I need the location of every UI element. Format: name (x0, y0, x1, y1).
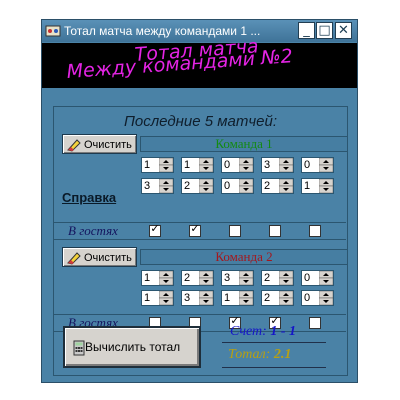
spinner-arrows-icon[interactable] (199, 291, 213, 305)
close-icon: ✕ (338, 23, 349, 38)
calculator-icon (73, 340, 85, 356)
team2-name: Команда 2 (140, 249, 348, 265)
team2-score-spinner[interactable]: 2 (261, 290, 294, 306)
team1-score-spinner[interactable]: 0 (301, 157, 334, 173)
spinner-value: 2 (184, 272, 191, 284)
team1-score-spinner[interactable]: 1 (141, 157, 174, 173)
spinner-value: 0 (304, 159, 311, 171)
team2-score-spinner[interactable]: 2 (261, 270, 294, 286)
spinner-arrows-icon[interactable] (279, 179, 293, 193)
spinner-value: 1 (144, 272, 151, 284)
spinner-value: 0 (304, 292, 311, 304)
spinner-arrows-icon[interactable] (239, 291, 253, 305)
score-readout: Счет: 1 - 1 (230, 323, 328, 341)
checkmark-icon: ✓ (190, 222, 200, 235)
team1-score-spinner[interactable]: 3 (261, 157, 294, 173)
score-label: Счет: (230, 324, 267, 339)
team2-score-spinner[interactable]: 1 (141, 290, 174, 306)
maximize-icon: □ (318, 23, 331, 38)
calculate-total-button[interactable]: Вычислить тотал (63, 326, 201, 368)
team1-score-spinner[interactable]: 2 (181, 178, 214, 194)
spinner-arrows-icon[interactable] (319, 179, 333, 193)
score-value: 1 - 1 (270, 324, 296, 339)
team1-score-spinner[interactable]: 1 (301, 178, 334, 194)
team2-score-spinner[interactable]: 2 (181, 270, 214, 286)
app-icon (45, 25, 61, 37)
spinner-arrows-icon[interactable] (279, 271, 293, 285)
team1-score-spinner[interactable]: 1 (181, 157, 214, 173)
team1-away-checkbox[interactable] (309, 225, 321, 237)
total-readout: Тотал: 2.1 (228, 346, 326, 364)
spinner-arrows-icon[interactable] (319, 271, 333, 285)
score-underline (222, 342, 326, 343)
spinner-arrows-icon[interactable] (279, 158, 293, 172)
panel-subtitle: Последние 5 матчей: (124, 113, 277, 130)
spinner-arrows-icon[interactable] (199, 158, 213, 172)
spinner-arrows-icon[interactable] (239, 158, 253, 172)
team1-away-checkbox[interactable]: ✓ (149, 222, 161, 237)
spinner-arrows-icon[interactable] (159, 179, 173, 193)
spinner-value: 0 (224, 159, 231, 171)
spinner-value: 1 (144, 159, 151, 171)
spinner-arrows-icon[interactable] (279, 291, 293, 305)
spinner-arrows-icon[interactable] (159, 158, 173, 172)
eraser-icon (67, 139, 81, 152)
team1-score-spinner[interactable]: 0 (221, 157, 254, 173)
spinner-value: 2 (264, 272, 271, 284)
total-underline (222, 367, 326, 368)
minimize-button[interactable]: _ (298, 22, 315, 39)
team1-away-checkbox[interactable] (229, 225, 241, 237)
spinner-value: 3 (184, 292, 191, 304)
team2-clear-button[interactable]: Очистить (62, 247, 137, 267)
team1-score-spinner[interactable]: 0 (221, 178, 254, 194)
spinner-value: 1 (304, 180, 311, 192)
close-button[interactable]: ✕ (335, 22, 352, 39)
spinner-arrows-icon[interactable] (319, 158, 333, 172)
spinner-arrows-icon[interactable] (159, 271, 173, 285)
team2-score-spinner[interactable]: 0 (301, 270, 334, 286)
team1-away-checkbox[interactable] (269, 225, 281, 237)
checkmark-icon: ✓ (150, 222, 160, 235)
main-window: Тотал матча между командами 1 ... _ □ ✕ … (41, 19, 358, 383)
spinner-value: 1 (144, 292, 151, 304)
spinner-value: 2 (184, 180, 191, 192)
team2-score-spinner[interactable]: 1 (141, 270, 174, 286)
team1-clear-label: Очистить (84, 139, 132, 151)
minimize-icon: _ (303, 23, 310, 38)
spinner-arrows-icon[interactable] (239, 271, 253, 285)
team2-score-spinner[interactable]: 3 (181, 290, 214, 306)
spinner-value: 2 (264, 292, 271, 304)
total-value: 2.1 (273, 347, 292, 362)
spinner-value: 0 (224, 180, 231, 192)
spinner-value: 2 (264, 180, 271, 192)
spinner-value: 3 (144, 180, 151, 192)
spinner-value: 1 (184, 159, 191, 171)
team2-clear-label: Очистить (84, 252, 132, 264)
team2-score-spinner[interactable]: 0 (301, 290, 334, 306)
calculate-total-label: Вычислить тотал (85, 340, 181, 354)
spinner-arrows-icon[interactable] (199, 179, 213, 193)
eraser-icon (67, 252, 81, 265)
spinner-value: 3 (264, 159, 271, 171)
team1-name: Команда 1 (140, 136, 348, 152)
team2-score-spinner[interactable]: 3 (221, 270, 254, 286)
spinner-arrows-icon[interactable] (319, 291, 333, 305)
team1-clear-button[interactable]: Очистить (62, 134, 137, 154)
spinner-arrows-icon[interactable] (239, 179, 253, 193)
maximize-button[interactable]: □ (316, 22, 333, 39)
team1-score-spinner[interactable]: 3 (141, 178, 174, 194)
spinner-arrows-icon[interactable] (159, 291, 173, 305)
team1-away-label: В гостях (68, 223, 118, 238)
team1-away-checkbox[interactable]: ✓ (189, 222, 201, 237)
spinner-value: 3 (224, 272, 231, 284)
team1-score-spinner[interactable]: 2 (261, 178, 294, 194)
spinner-value: 1 (224, 292, 231, 304)
team2-score-spinner[interactable]: 1 (221, 290, 254, 306)
spinner-value: 0 (304, 272, 311, 284)
spinner-arrows-icon[interactable] (199, 271, 213, 285)
banner: Тотал матча Между командами №2 (42, 35, 357, 88)
help-link[interactable]: Справка (62, 189, 116, 206)
total-label: Тотал: (228, 347, 271, 362)
